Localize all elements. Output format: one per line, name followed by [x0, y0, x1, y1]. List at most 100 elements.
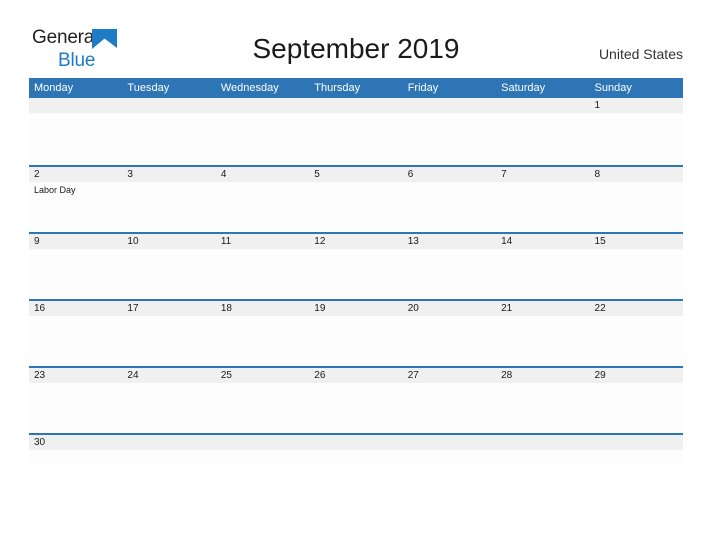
day-event-cell[interactable] — [122, 450, 215, 463]
day-number-cell[interactable] — [216, 435, 309, 450]
calendar-week-row: 16 17 18 19 20 21 22 — [29, 299, 683, 366]
day-number-cell[interactable] — [216, 98, 309, 113]
day-event-cell[interactable] — [216, 249, 309, 299]
day-number-cell[interactable]: 18 — [216, 301, 309, 316]
day-event-cell[interactable] — [496, 113, 589, 163]
day-event-cell[interactable] — [216, 182, 309, 232]
day-number-cell[interactable]: 23 — [29, 368, 122, 383]
day-event-cell[interactable] — [496, 249, 589, 299]
day-number-cell[interactable]: 29 — [590, 368, 683, 383]
day-number-cell[interactable] — [496, 435, 589, 450]
calendar-week-row: 1 — [29, 98, 683, 165]
day-event-cell[interactable] — [496, 182, 589, 232]
day-number-cell[interactable]: 12 — [309, 234, 402, 249]
day-number-cell[interactable] — [403, 435, 496, 450]
week-event-cells — [29, 316, 683, 366]
day-event-cell[interactable] — [309, 450, 402, 463]
day-event-cell[interactable] — [216, 316, 309, 366]
day-event-cell[interactable] — [122, 316, 215, 366]
week-date-numbers: 16 17 18 19 20 21 22 — [29, 301, 683, 316]
day-event-cell[interactable] — [403, 113, 496, 163]
day-number-cell[interactable] — [403, 98, 496, 113]
calendar-week-rows: 1 2 3 4 5 6 7 8 Labor Day 9 10 11 12 13 … — [29, 98, 683, 463]
day-number-cell[interactable]: 25 — [216, 368, 309, 383]
country-label: United States — [598, 46, 683, 62]
day-number-cell[interactable]: 30 — [29, 435, 122, 450]
day-event-cell[interactable] — [496, 450, 589, 463]
weekday-header-wednesday: Wednesday — [220, 82, 279, 94]
day-number-cell[interactable] — [309, 98, 402, 113]
day-event-cell[interactable] — [496, 383, 589, 433]
day-event-cell[interactable] — [29, 383, 122, 433]
day-event-cell[interactable]: Labor Day — [29, 182, 122, 232]
day-number-cell[interactable]: 26 — [309, 368, 402, 383]
week-event-cells: Labor Day — [29, 182, 683, 232]
day-number-cell[interactable]: 27 — [403, 368, 496, 383]
day-number-cell[interactable]: 15 — [590, 234, 683, 249]
day-number-cell[interactable]: 1 — [590, 98, 683, 113]
day-event-cell[interactable] — [216, 113, 309, 163]
day-number-cell[interactable] — [29, 98, 122, 113]
day-number-cell[interactable] — [496, 98, 589, 113]
day-event-cell[interactable] — [590, 383, 683, 433]
day-number-cell[interactable]: 6 — [403, 167, 496, 182]
week-date-numbers: 23 24 25 26 27 28 29 — [29, 368, 683, 383]
day-number-cell[interactable]: 13 — [403, 234, 496, 249]
day-event-cell[interactable] — [122, 249, 215, 299]
day-event-cell[interactable] — [590, 450, 683, 463]
week-event-cells — [29, 113, 683, 163]
weekday-header-sunday: Sunday — [594, 82, 632, 94]
day-number-cell[interactable]: 21 — [496, 301, 589, 316]
day-number-cell[interactable]: 17 — [122, 301, 215, 316]
day-event-cell[interactable] — [29, 249, 122, 299]
day-event-cell[interactable] — [29, 316, 122, 366]
day-event-cell[interactable] — [216, 383, 309, 433]
day-event-cell[interactable] — [496, 316, 589, 366]
day-number-cell[interactable]: 16 — [29, 301, 122, 316]
day-number-cell[interactable]: 22 — [590, 301, 683, 316]
day-event-cell[interactable] — [309, 249, 402, 299]
day-event-cell[interactable] — [29, 450, 122, 463]
day-number-cell[interactable] — [122, 98, 215, 113]
day-event-cell[interactable] — [403, 316, 496, 366]
day-event-cell[interactable] — [403, 383, 496, 433]
day-event-cell[interactable] — [590, 316, 683, 366]
day-event-cell[interactable] — [590, 182, 683, 232]
day-number-cell[interactable]: 28 — [496, 368, 589, 383]
day-number-cell[interactable]: 9 — [29, 234, 122, 249]
week-date-numbers: 30 — [29, 435, 683, 450]
day-event-cell[interactable] — [590, 113, 683, 163]
day-number-cell[interactable]: 20 — [403, 301, 496, 316]
day-event-cell[interactable] — [29, 113, 122, 163]
day-event-cell[interactable] — [403, 450, 496, 463]
day-number-cell[interactable] — [309, 435, 402, 450]
day-number-cell[interactable]: 8 — [590, 167, 683, 182]
weekday-header-tuesday: Tuesday — [127, 82, 170, 94]
day-event-cell[interactable] — [309, 383, 402, 433]
day-number-cell[interactable] — [122, 435, 215, 450]
day-event-cell[interactable] — [122, 383, 215, 433]
day-number-cell[interactable]: 2 — [29, 167, 122, 182]
day-number-cell[interactable]: 4 — [216, 167, 309, 182]
day-event-cell[interactable] — [309, 182, 402, 232]
day-number-cell[interactable] — [590, 435, 683, 450]
day-event-cell[interactable] — [122, 182, 215, 232]
day-number-cell[interactable]: 7 — [496, 167, 589, 182]
day-number-cell[interactable]: 19 — [309, 301, 402, 316]
day-number-cell[interactable]: 14 — [496, 234, 589, 249]
day-number-cell[interactable]: 5 — [309, 167, 402, 182]
calendar-week-row: 2 3 4 5 6 7 8 Labor Day — [29, 165, 683, 232]
day-event-cell[interactable] — [216, 450, 309, 463]
day-event-cell[interactable] — [403, 249, 496, 299]
day-event-cell[interactable] — [309, 113, 402, 163]
day-number-cell[interactable]: 10 — [122, 234, 215, 249]
day-event-cell[interactable] — [309, 316, 402, 366]
day-event-cell[interactable] — [403, 182, 496, 232]
calendar-page: General Blue September 2019 United State… — [0, 0, 712, 550]
day-event-cell[interactable] — [122, 113, 215, 163]
day-number-cell[interactable]: 24 — [122, 368, 215, 383]
day-event-cell[interactable] — [590, 249, 683, 299]
day-number-cell[interactable]: 3 — [122, 167, 215, 182]
week-event-cells — [29, 383, 683, 433]
day-number-cell[interactable]: 11 — [216, 234, 309, 249]
